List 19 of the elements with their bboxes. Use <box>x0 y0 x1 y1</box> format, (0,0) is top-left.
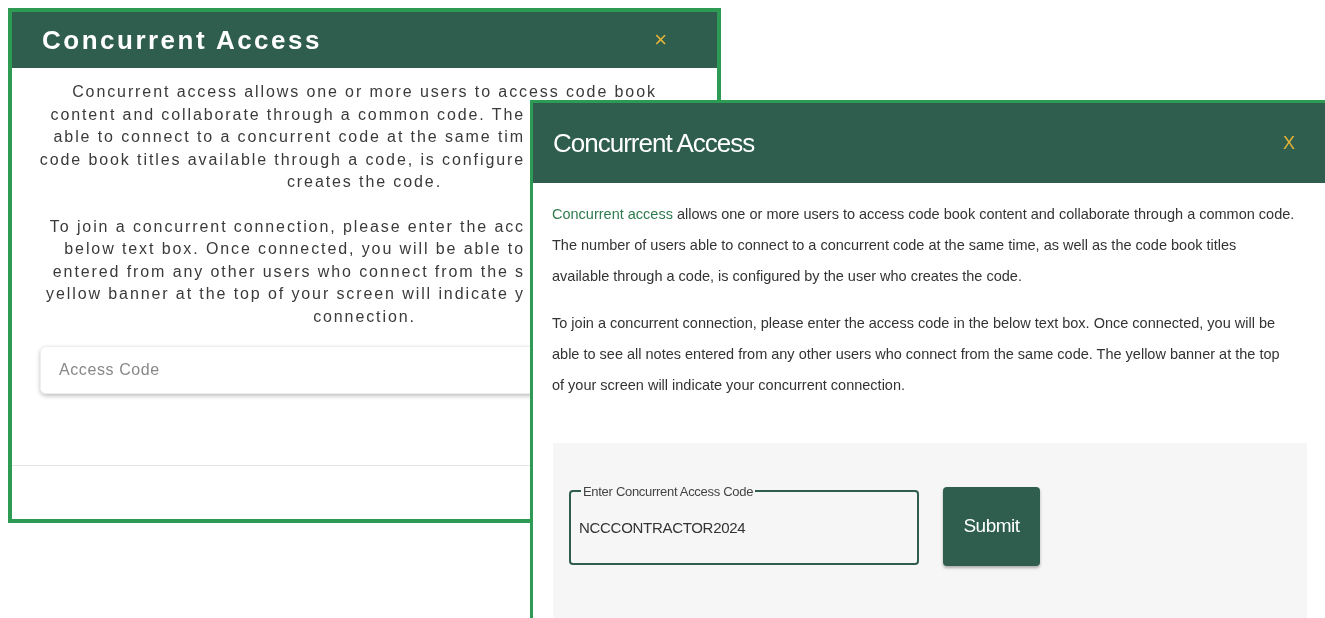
description-line: code book titles available through a code, is configure <box>39 149 525 170</box>
description-line: able to connect to a concurrent code at the same tim <box>53 127 525 147</box>
close-button[interactable]: × <box>654 29 667 51</box>
description-line: entered from any other users who connect from the s <box>52 261 525 282</box>
dialog-title: Concurrent Access <box>42 23 322 57</box>
close-button[interactable]: X <box>1283 134 1295 152</box>
description-line: content and collaborate through a common code. The <box>50 104 525 125</box>
description-line: yellow banner at the top of your screen will indicate y <box>46 284 525 304</box>
description-line: creates the code. <box>286 172 442 192</box>
description-paragraph: Concurrent access allows one or more users to access code book content and collaborate through a common code. The number of users able to connect to a concurrent code at the same time, as well as the code book titles available through a code, is configured by the user who creates the code. <box>552 205 1295 286</box>
submit-button[interactable]: Submit <box>943 487 1040 566</box>
description-line: connection. <box>313 306 416 327</box>
dialog-title: Concurrent Access <box>553 126 755 160</box>
concurrent-access-link[interactable]: Concurrent access <box>552 206 673 222</box>
code-input[interactable]: NCCCONTRACTOR2024 <box>579 517 909 540</box>
description-line: To join a concurrent connection, please enter the acc <box>49 216 525 237</box>
field-label: Enter Concurrent Access Code <box>583 484 754 499</box>
description-line: Concurrent access allows one or more users to access code book <box>72 82 657 102</box>
description-line: below text box. Once connected, you will be able to <box>64 239 525 259</box>
